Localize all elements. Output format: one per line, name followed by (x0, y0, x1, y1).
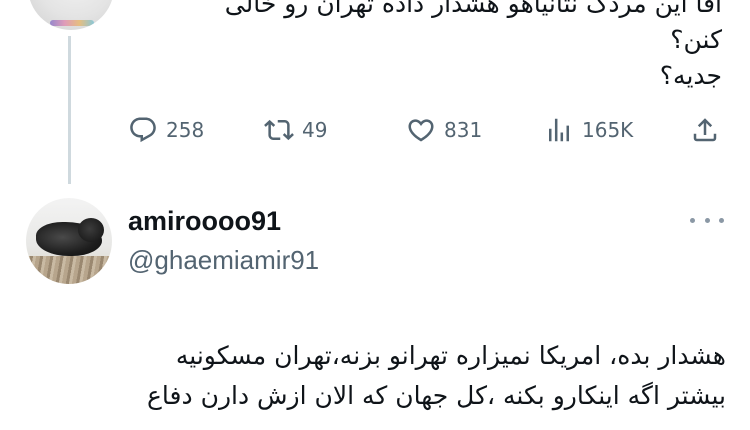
tweet-body: هشدار بده، امریکا نمیزاره تهرانو بزنه،ته… (26, 336, 726, 416)
avatar-rug (26, 256, 112, 284)
previous-tweet-line: اقا این مردک نتانیاهو هشدار داده تهران ر… (224, 0, 722, 18)
previous-tweet-text: اقا این مردک نتانیاهو هشدار داده تهران ر… (162, 0, 722, 94)
user-avatar[interactable] (26, 198, 112, 284)
view-count: 165K (582, 118, 634, 142)
user-handle[interactable]: @ghaemiamir91 (128, 245, 319, 276)
like-button[interactable]: 831 (406, 110, 482, 150)
reply-count: 258 (166, 118, 205, 142)
tweet-line: بیشتر اگه اینکارو بکنه ،کل جهان که الان … (147, 381, 726, 410)
like-count: 831 (444, 118, 483, 142)
more-dot (719, 217, 724, 223)
retweet-arrows-icon (264, 119, 294, 141)
tweet-thread-view: اقا این مردک نتانیاهو هشدار داده تهران ر… (0, 0, 750, 430)
tweet-action-bar: 258 49 831 165K (128, 110, 728, 150)
more-dot (690, 217, 695, 223)
reply-bubble-icon (130, 117, 156, 143)
bar-chart-icon (549, 118, 569, 142)
previous-tweet-line: جدیه؟ (659, 61, 722, 90)
thread-connector-line (68, 36, 71, 184)
heart-icon (408, 119, 434, 142)
retweet-button[interactable]: 49 (264, 110, 327, 150)
reply-button[interactable]: 258 (128, 110, 204, 150)
share-upload-icon (693, 118, 717, 142)
views-button[interactable]: 165K (544, 110, 633, 150)
user-display-name[interactable]: amiroooo91 (128, 206, 281, 237)
share-button[interactable] (690, 110, 720, 150)
previous-tweet-line: کنن؟ (670, 25, 722, 54)
previous-tweet-avatar[interactable] (28, 0, 114, 30)
more-dot (704, 217, 710, 223)
avatar-pattern (50, 20, 94, 26)
avatar-cat-head (78, 218, 104, 242)
more-dots-icon[interactable] (690, 208, 724, 232)
retweet-count: 49 (302, 118, 328, 142)
tweet-line: هشدار بده، امریکا نمیزاره تهرانو بزنه،ته… (175, 341, 726, 370)
